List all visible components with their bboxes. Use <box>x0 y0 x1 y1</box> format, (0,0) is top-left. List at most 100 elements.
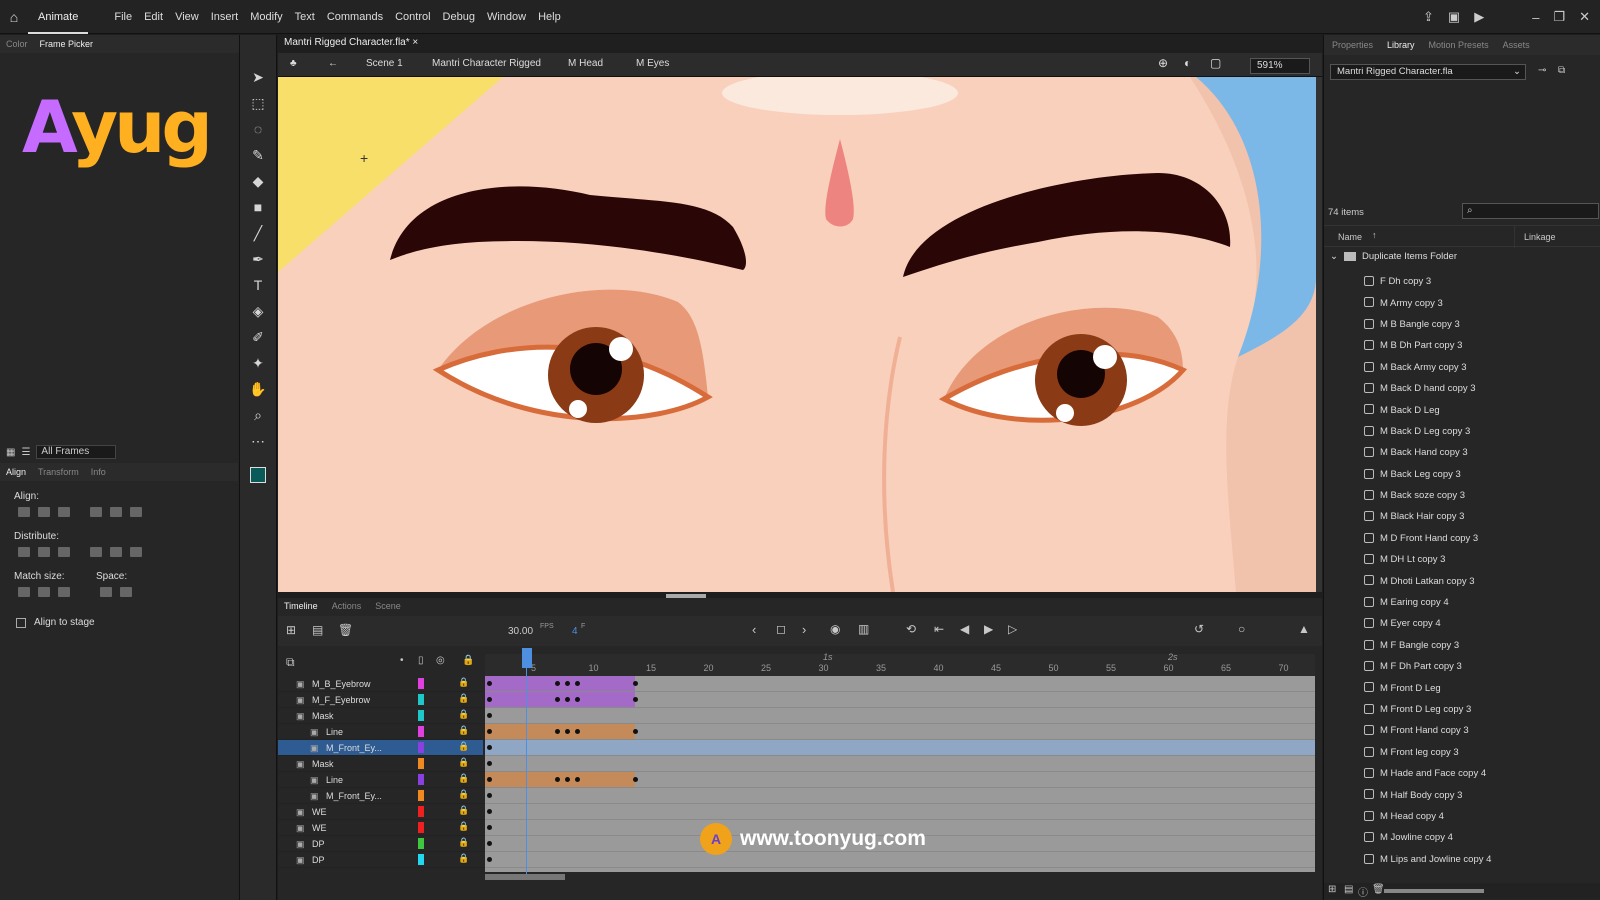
layer-name[interactable]: M_F_Eyebrow <box>312 695 370 705</box>
lock-icon[interactable]: 🔒 <box>458 757 469 768</box>
align-center-icon[interactable] <box>38 507 50 517</box>
selection-tool-icon[interactable]: ➤ <box>252 67 264 87</box>
sort-arrow-icon[interactable]: ↑ <box>1372 230 1377 240</box>
insert-keyframe-icon[interactable]: ◻ <box>776 622 786 636</box>
center-stage-icon[interactable]: ⊕ <box>1158 56 1168 70</box>
free-transform-icon[interactable]: ⬚ <box>251 93 264 113</box>
layer-row[interactable]: ▣ M_B_Eyebrow 🔒 <box>278 676 483 692</box>
timeline-scrollbar[interactable] <box>485 874 565 880</box>
tab-transform[interactable]: Transform <box>38 467 79 477</box>
pen-icon[interactable]: ✒ <box>252 249 264 269</box>
library-item[interactable]: M Army copy 3 <box>1324 292 1600 313</box>
distribute-left-icon[interactable] <box>90 547 102 557</box>
keyframe[interactable] <box>575 777 580 782</box>
home-icon[interactable]: ⌂ <box>0 9 28 25</box>
keyframe[interactable] <box>487 745 492 750</box>
first-frame-icon[interactable]: ⇤ <box>934 622 944 636</box>
distribute-top-icon[interactable] <box>18 547 30 557</box>
match-both-icon[interactable] <box>58 587 70 597</box>
frame-row[interactable] <box>485 724 1315 740</box>
layer-color-swatch[interactable] <box>418 710 424 721</box>
library-item[interactable]: M D Front Hand copy 3 <box>1324 528 1600 549</box>
align-middle-icon[interactable] <box>110 507 122 517</box>
play-icon[interactable]: ▶ <box>984 622 993 636</box>
keyframe[interactable] <box>487 809 492 814</box>
menu-item-control[interactable]: Control <box>389 11 436 23</box>
back-arrow-icon[interactable]: ← <box>328 58 338 69</box>
delete-layer-icon[interactable]: 🗑 <box>338 623 353 637</box>
fill-color-swatch[interactable] <box>250 467 266 483</box>
breadcrumb-head[interactable]: M Head <box>568 58 603 69</box>
hand-icon[interactable]: ✋ <box>249 379 266 399</box>
brush-icon[interactable]: ✎ <box>252 145 264 165</box>
layer-row[interactable]: ▣ Line 🔒 <box>278 724 483 740</box>
text-tool-icon[interactable]: T <box>254 275 263 295</box>
new-library-folder-icon[interactable]: ▤ <box>1344 884 1353 895</box>
keyframe[interactable] <box>575 729 580 734</box>
menu-item-window[interactable]: Window <box>481 11 532 23</box>
library-folder[interactable]: ⌄ Duplicate Items Folder <box>1330 251 1457 262</box>
library-search-input[interactable]: ⌕ <box>1462 203 1599 219</box>
properties-icon[interactable]: ⓘ <box>1358 884 1368 899</box>
tab-timeline[interactable]: Timeline <box>284 601 318 611</box>
visibility-icon[interactable]: ◎ <box>436 655 445 666</box>
breadcrumb-scene[interactable]: Scene 1 <box>366 58 403 69</box>
layer-name[interactable]: M_Front_Ey... <box>326 743 382 753</box>
layer-color-swatch[interactable] <box>418 854 424 865</box>
layer-color-swatch[interactable] <box>418 822 424 833</box>
layer-color-swatch[interactable] <box>418 742 424 753</box>
column-linkage[interactable]: Linkage <box>1524 232 1556 242</box>
layer-name[interactable]: WE <box>312 823 327 833</box>
tween-span[interactable] <box>485 676 635 691</box>
keyframe[interactable] <box>487 793 492 798</box>
layer-row[interactable]: ▣ DP 🔒 <box>278 836 483 852</box>
layer-color-swatch[interactable] <box>418 806 424 817</box>
layer-name[interactable]: Mask <box>312 711 334 721</box>
library-item[interactable]: M Dhoti Latkan copy 3 <box>1324 570 1600 591</box>
library-item[interactable]: M Head copy 4 <box>1324 806 1600 827</box>
zoom-icon[interactable]: ⌕ <box>254 405 262 425</box>
delete-item-icon[interactable]: 🗑 <box>1372 884 1385 895</box>
tab-motion-presets[interactable]: Motion Presets <box>1429 40 1489 50</box>
vertical-scrollbar[interactable] <box>1316 77 1322 592</box>
library-item[interactable]: M Front leg copy 3 <box>1324 742 1600 763</box>
library-item[interactable]: M Back Hand copy 3 <box>1324 442 1600 463</box>
tab-properties[interactable]: Properties <box>1332 40 1373 50</box>
layer-name[interactable]: M_B_Eyebrow <box>312 679 371 689</box>
library-item[interactable]: M Jowline copy 4 <box>1324 827 1600 848</box>
align-bottom-icon[interactable] <box>130 507 142 517</box>
breadcrumb-eyes[interactable]: M Eyes <box>636 58 669 69</box>
keyframe[interactable] <box>633 697 638 702</box>
layer-row[interactable]: ▣ M_Front_Ey... 🔒 <box>278 740 483 756</box>
highlight-icon[interactable]: • <box>400 655 404 666</box>
match-width-icon[interactable] <box>18 587 30 597</box>
tween-span[interactable] <box>485 724 635 739</box>
lock-icon[interactable]: 🔒 <box>458 741 469 752</box>
document-tab[interactable]: Mantri Rigged Character.fla* × <box>284 37 418 48</box>
layout-icon[interactable]: ▣ <box>1448 9 1460 25</box>
keyframe[interactable] <box>633 729 638 734</box>
keyframe[interactable] <box>633 681 638 686</box>
new-layer-icon[interactable]: ⊞ <box>286 623 296 637</box>
prev-keyframe-icon[interactable]: ‹ <box>752 622 756 637</box>
frame-row[interactable] <box>485 708 1315 724</box>
layer-color-swatch[interactable] <box>418 774 424 785</box>
layer-row[interactable]: ▣ Mask 🔒 <box>278 708 483 724</box>
playhead[interactable] <box>522 648 532 668</box>
pin-icon[interactable]: ✦ <box>252 353 264 373</box>
library-item[interactable]: M Front D Leg <box>1324 677 1600 698</box>
keyframe[interactable] <box>487 729 492 734</box>
layer-name[interactable]: DP <box>312 839 325 849</box>
layer-name[interactable]: WE <box>312 807 327 817</box>
keyframe[interactable] <box>487 857 492 862</box>
frame-row[interactable] <box>485 772 1315 788</box>
menu-item-file[interactable]: File <box>108 11 138 23</box>
breadcrumb-character[interactable]: Mantri Character Rigged <box>432 58 541 69</box>
keyframe[interactable] <box>487 697 492 702</box>
lock-icon[interactable]: 🔒 <box>458 725 469 736</box>
paint-bucket-icon[interactable]: ◈ <box>253 301 264 321</box>
minimize-icon[interactable]: – <box>1532 10 1539 25</box>
align-to-stage-checkbox[interactable] <box>16 617 26 628</box>
layer-name[interactable]: Mask <box>312 759 334 769</box>
keyframe[interactable] <box>555 729 560 734</box>
